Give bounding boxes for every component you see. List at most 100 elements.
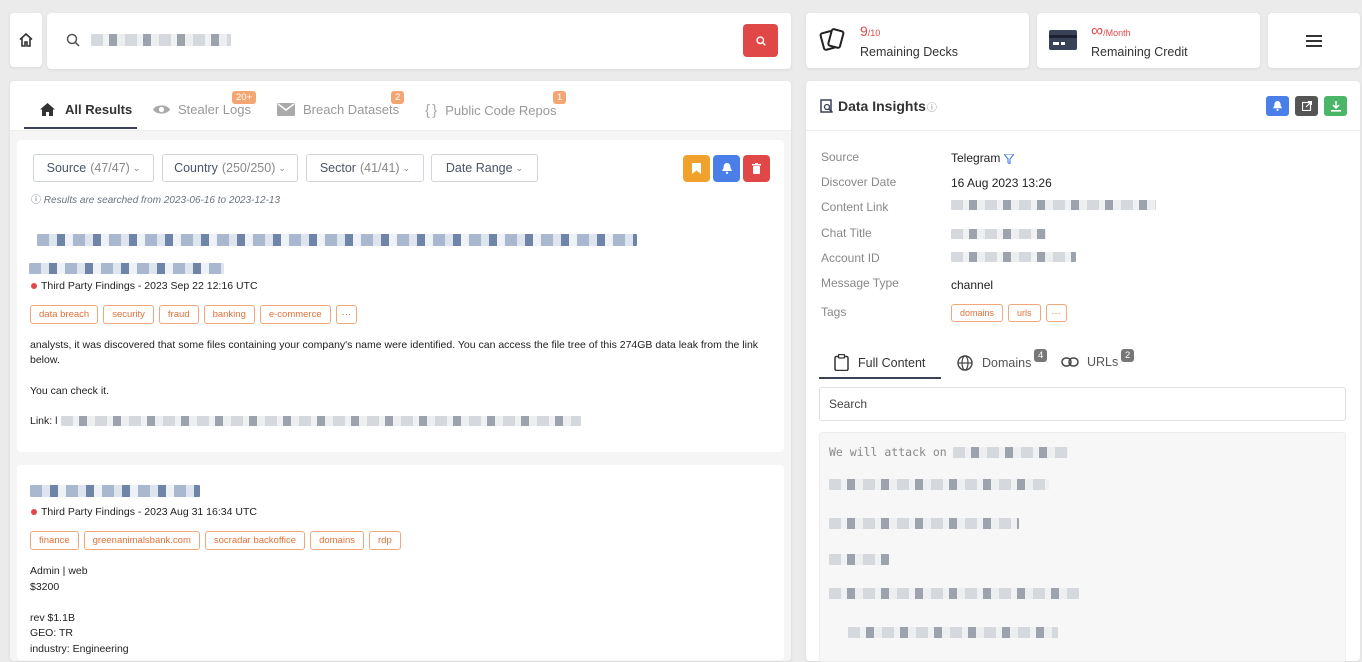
tab-active-underline xyxy=(819,377,941,379)
tag[interactable]: security xyxy=(103,305,154,324)
content-line xyxy=(848,627,1058,638)
result-card[interactable]: Third Party Findings - 2023 Aug 31 16:34… xyxy=(17,465,784,660)
chat-title-value xyxy=(951,229,1046,239)
bell-icon xyxy=(721,163,732,174)
source-label: Source xyxy=(821,150,860,164)
message-type-label: Message Type xyxy=(821,276,899,290)
hamburger-icon xyxy=(1306,34,1322,47)
tag[interactable]: finance xyxy=(30,531,79,550)
credit-value: ∞ xyxy=(1091,21,1104,40)
tag[interactable]: fraud xyxy=(158,305,199,324)
tag-list: finance greenanimalsbank.com socradar back… xyxy=(30,530,406,550)
decks-label: Remaining Decks xyxy=(860,45,958,59)
tag[interactable]: domains xyxy=(951,304,1004,322)
result-title xyxy=(29,263,224,274)
notify-button[interactable] xyxy=(713,155,740,182)
home-button[interactable] xyxy=(10,13,42,67)
chevron-down-icon: ⌄ xyxy=(278,162,286,173)
chat-title-label: Chat Title xyxy=(821,226,872,240)
tab-full-content[interactable]: Full Content xyxy=(834,354,925,371)
tab-all-results[interactable]: All Results xyxy=(39,102,132,117)
download-icon xyxy=(1330,100,1341,112)
tag-list: data breach security fraud banking e-commerc… xyxy=(30,304,362,324)
tab-label: URLs xyxy=(1087,355,1119,369)
tab-stealer-logs[interactable]: Stealer Logs xyxy=(152,102,251,117)
status-dot xyxy=(31,509,37,515)
search-button[interactable] xyxy=(743,24,778,57)
tag[interactable]: domains xyxy=(310,531,364,550)
panel-title: Data Insights xyxy=(838,98,926,114)
bookmark-button[interactable] xyxy=(683,155,710,182)
credit-card-icon xyxy=(1049,30,1077,50)
open-external-button[interactable] xyxy=(1295,96,1318,116)
link-value[interactable] xyxy=(61,416,582,426)
tab-badge: 4 xyxy=(1034,349,1048,362)
external-link-icon xyxy=(1301,101,1312,111)
credit-label: Remaining Credit xyxy=(1091,45,1188,59)
result-title xyxy=(37,234,637,246)
tag[interactable]: banking xyxy=(203,305,255,324)
tab-breach-datasets[interactable]: Breach Datasets xyxy=(277,102,399,117)
tab-badge: 2 xyxy=(391,91,405,104)
tag[interactable]: e-commerce xyxy=(259,305,331,324)
tab-badge: 20+ xyxy=(232,91,257,104)
finding-source: Third Party Findings - 2023 Sep 22 12:16… xyxy=(41,280,258,292)
sector-filter[interactable]: Sector (41/41) ⌄ xyxy=(306,154,424,182)
search-input[interactable] xyxy=(91,34,231,46)
result-title xyxy=(30,485,200,497)
bell-icon xyxy=(1273,101,1282,111)
link-label: Link: l xyxy=(30,415,58,427)
tag[interactable]: greenanimalsbank.com xyxy=(83,531,200,550)
filter-icon[interactable] xyxy=(1002,153,1015,165)
result-card[interactable]: Third Party Findings - 2023 Sep 22 12:16… xyxy=(17,217,784,452)
insights-icon xyxy=(820,98,834,113)
tag[interactable]: urls xyxy=(1008,304,1041,322)
search-bar xyxy=(47,13,791,69)
tab-active-underline xyxy=(24,127,137,129)
tab-label: Stealer Logs xyxy=(178,102,251,117)
search-icon xyxy=(66,33,80,47)
tab-public-code-repos[interactable]: { } Public Code Repos xyxy=(425,102,556,119)
download-button[interactable] xyxy=(1324,96,1347,116)
info-icon: ⓘ xyxy=(31,195,41,206)
source-filter[interactable]: Source (47/47) ⌄ xyxy=(33,154,154,182)
source-value: Telegram xyxy=(951,151,1015,165)
info-icon[interactable]: ⓘ xyxy=(927,99,937,114)
tab-urls[interactable]: URLs xyxy=(1061,355,1118,369)
chevron-down-icon: ⌄ xyxy=(402,162,411,173)
content-line xyxy=(829,554,889,565)
tab-label: Public Code Repos xyxy=(445,103,557,118)
decks-total: /10 xyxy=(867,28,881,38)
tag[interactable]: data breach xyxy=(30,305,99,324)
content-link-value[interactable] xyxy=(951,200,1156,210)
menu-button[interactable] xyxy=(1268,13,1360,68)
content-search-input[interactable]: Search xyxy=(819,387,1346,421)
date-range-filter[interactable]: Date Range ⌄ xyxy=(431,154,538,182)
decks-value: 9 xyxy=(860,23,868,39)
content-line xyxy=(829,588,1079,599)
notify-button[interactable] xyxy=(1266,96,1289,116)
tags-label: Tags xyxy=(821,305,847,319)
home-icon xyxy=(19,32,33,47)
cards-icon xyxy=(819,28,845,51)
envelope-icon xyxy=(277,103,295,116)
link-icon xyxy=(1061,357,1079,367)
remaining-credit-card: ∞/Month Remaining Credit xyxy=(1037,13,1260,68)
more-tags-button[interactable]: ··· xyxy=(335,305,358,324)
content-body: We will attack on xyxy=(819,432,1346,662)
country-filter[interactable]: Country (250/250) ⌄ xyxy=(162,154,298,182)
account-id-value xyxy=(951,252,1076,262)
trash-icon xyxy=(752,163,761,174)
tag[interactable]: socradar backoffice xyxy=(204,531,306,550)
remaining-decks-card: 9/10 Remaining Decks xyxy=(806,13,1029,68)
content-line xyxy=(829,479,1049,490)
tab-badge: 2 xyxy=(1121,349,1135,362)
tab-domains[interactable]: Domains xyxy=(957,355,1031,371)
content-line xyxy=(829,518,1019,529)
result-body: You can check it. xyxy=(30,385,109,397)
message-type-value: channel xyxy=(951,278,994,292)
more-tags-button[interactable]: ··· xyxy=(1045,304,1067,322)
discover-date-label: Discover Date xyxy=(821,175,897,189)
delete-button[interactable] xyxy=(743,155,770,182)
tag[interactable]: rdp xyxy=(369,531,401,550)
